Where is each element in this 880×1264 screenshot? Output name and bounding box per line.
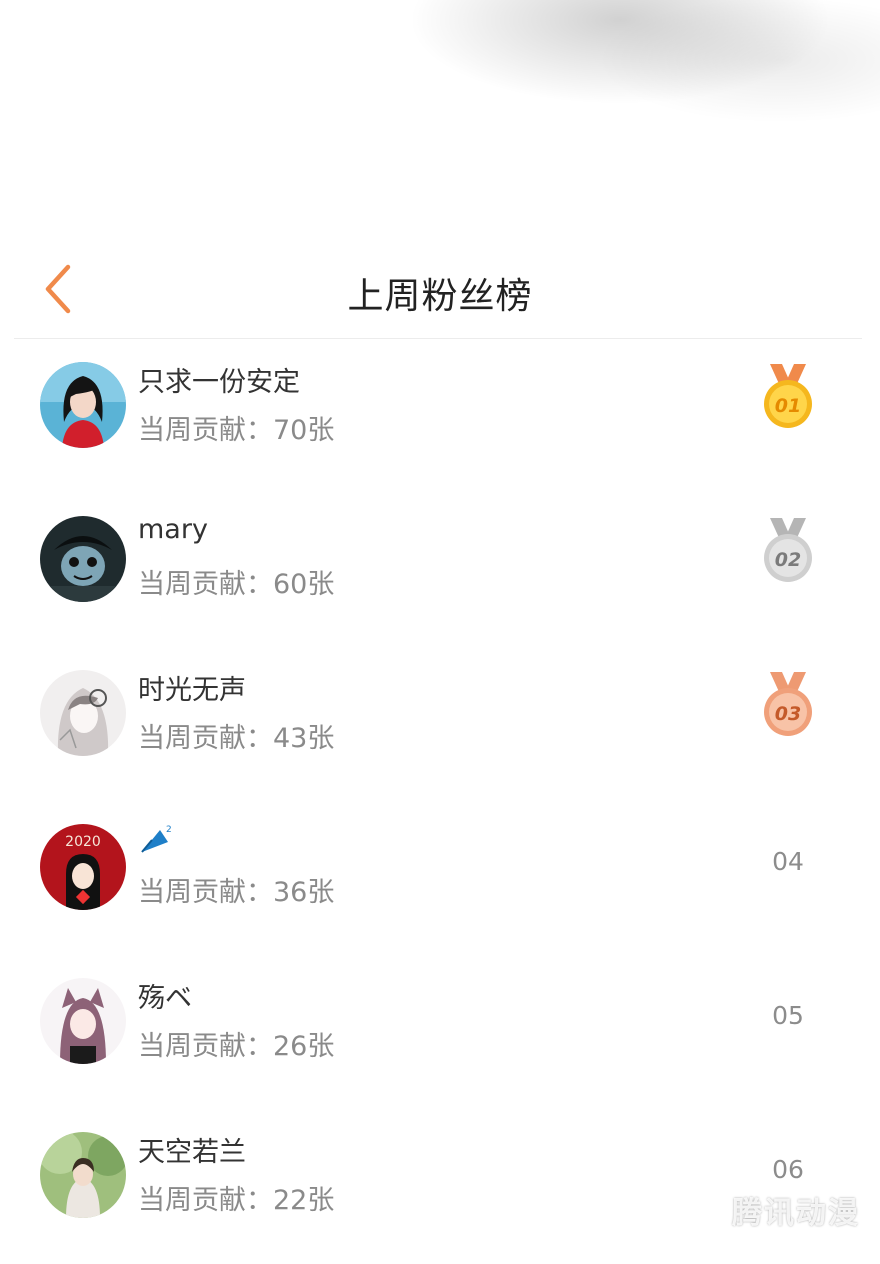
rank-number: 03 — [775, 703, 801, 725]
list-item[interactable]: 2020 2 当周贡献：36张 04 — [0, 802, 880, 956]
bronze-medal-icon: 03 — [760, 672, 816, 740]
list-item[interactable]: 时光无声 当周贡献：43张 03 — [0, 648, 880, 802]
list-item[interactable]: mary 当周贡献：60张 02 — [0, 494, 880, 648]
watermark-logo: 腾讯动漫 — [732, 1196, 860, 1231]
header-bar: 上周粉丝榜 — [0, 245, 880, 337]
weekly-contribution: 当周贡献：43张 — [138, 723, 335, 754]
user-name: 只求一份安定 — [138, 367, 300, 398]
weekly-contribution: 当周贡献：26张 — [138, 1031, 335, 1062]
avatar[interactable] — [40, 978, 126, 1064]
header-divider — [14, 338, 862, 339]
silver-medal-icon: 02 — [760, 518, 816, 586]
rank-number: 01 — [775, 395, 801, 417]
top-background — [0, 0, 880, 240]
page-title: 上周粉丝榜 — [347, 276, 533, 317]
rank-number: 05 — [772, 1001, 804, 1030]
avatar-2020-girl-image: 2020 — [40, 824, 126, 910]
user-name: 殇ベ — [138, 983, 192, 1014]
avatar-dark-character-image — [40, 516, 126, 602]
rank-number: 06 — [772, 1155, 804, 1184]
list-item[interactable]: 只求一份安定 当周贡献：70张 01 — [0, 340, 880, 494]
list-item[interactable]: 殇ベ 当周贡献：26张 05 — [0, 956, 880, 1110]
umbrella-icon: 2 — [141, 825, 172, 853]
avatar-catgirl-image — [40, 978, 126, 1064]
avatar[interactable] — [40, 1132, 126, 1218]
rank-number: 04 — [772, 847, 804, 876]
gold-medal-icon: 01 — [760, 364, 816, 432]
avatar[interactable] — [40, 670, 126, 756]
weekly-contribution: 当周贡献：36张 — [138, 877, 335, 908]
svg-text:2020: 2020 — [65, 834, 101, 850]
avatar[interactable] — [40, 516, 126, 602]
weekly-contribution: 当周贡献：70张 — [138, 415, 335, 446]
avatar[interactable] — [40, 362, 126, 448]
avatar-nature-girl-image — [40, 1132, 126, 1218]
avatar-woman-red-image — [40, 362, 126, 448]
list-item[interactable]: 天空若兰 当周贡献：22张 06 — [0, 1110, 880, 1264]
svg-text:2: 2 — [166, 825, 172, 835]
avatar-sketch-girl-image — [40, 670, 126, 756]
user-name: 2 — [138, 822, 174, 865]
fan-ranking-list: 只求一份安定 当周贡献：70张 01 mary 当周贡献：60张 02 时光无声… — [0, 340, 880, 1264]
avatar[interactable]: 2020 — [40, 824, 126, 910]
user-name: mary — [138, 514, 208, 545]
weekly-contribution: 当周贡献：22张 — [138, 1185, 335, 1216]
user-name: 天空若兰 — [138, 1137, 246, 1168]
user-name: 时光无声 — [138, 675, 246, 706]
weekly-contribution: 当周贡献：60张 — [138, 569, 335, 600]
rank-number: 02 — [775, 549, 801, 571]
